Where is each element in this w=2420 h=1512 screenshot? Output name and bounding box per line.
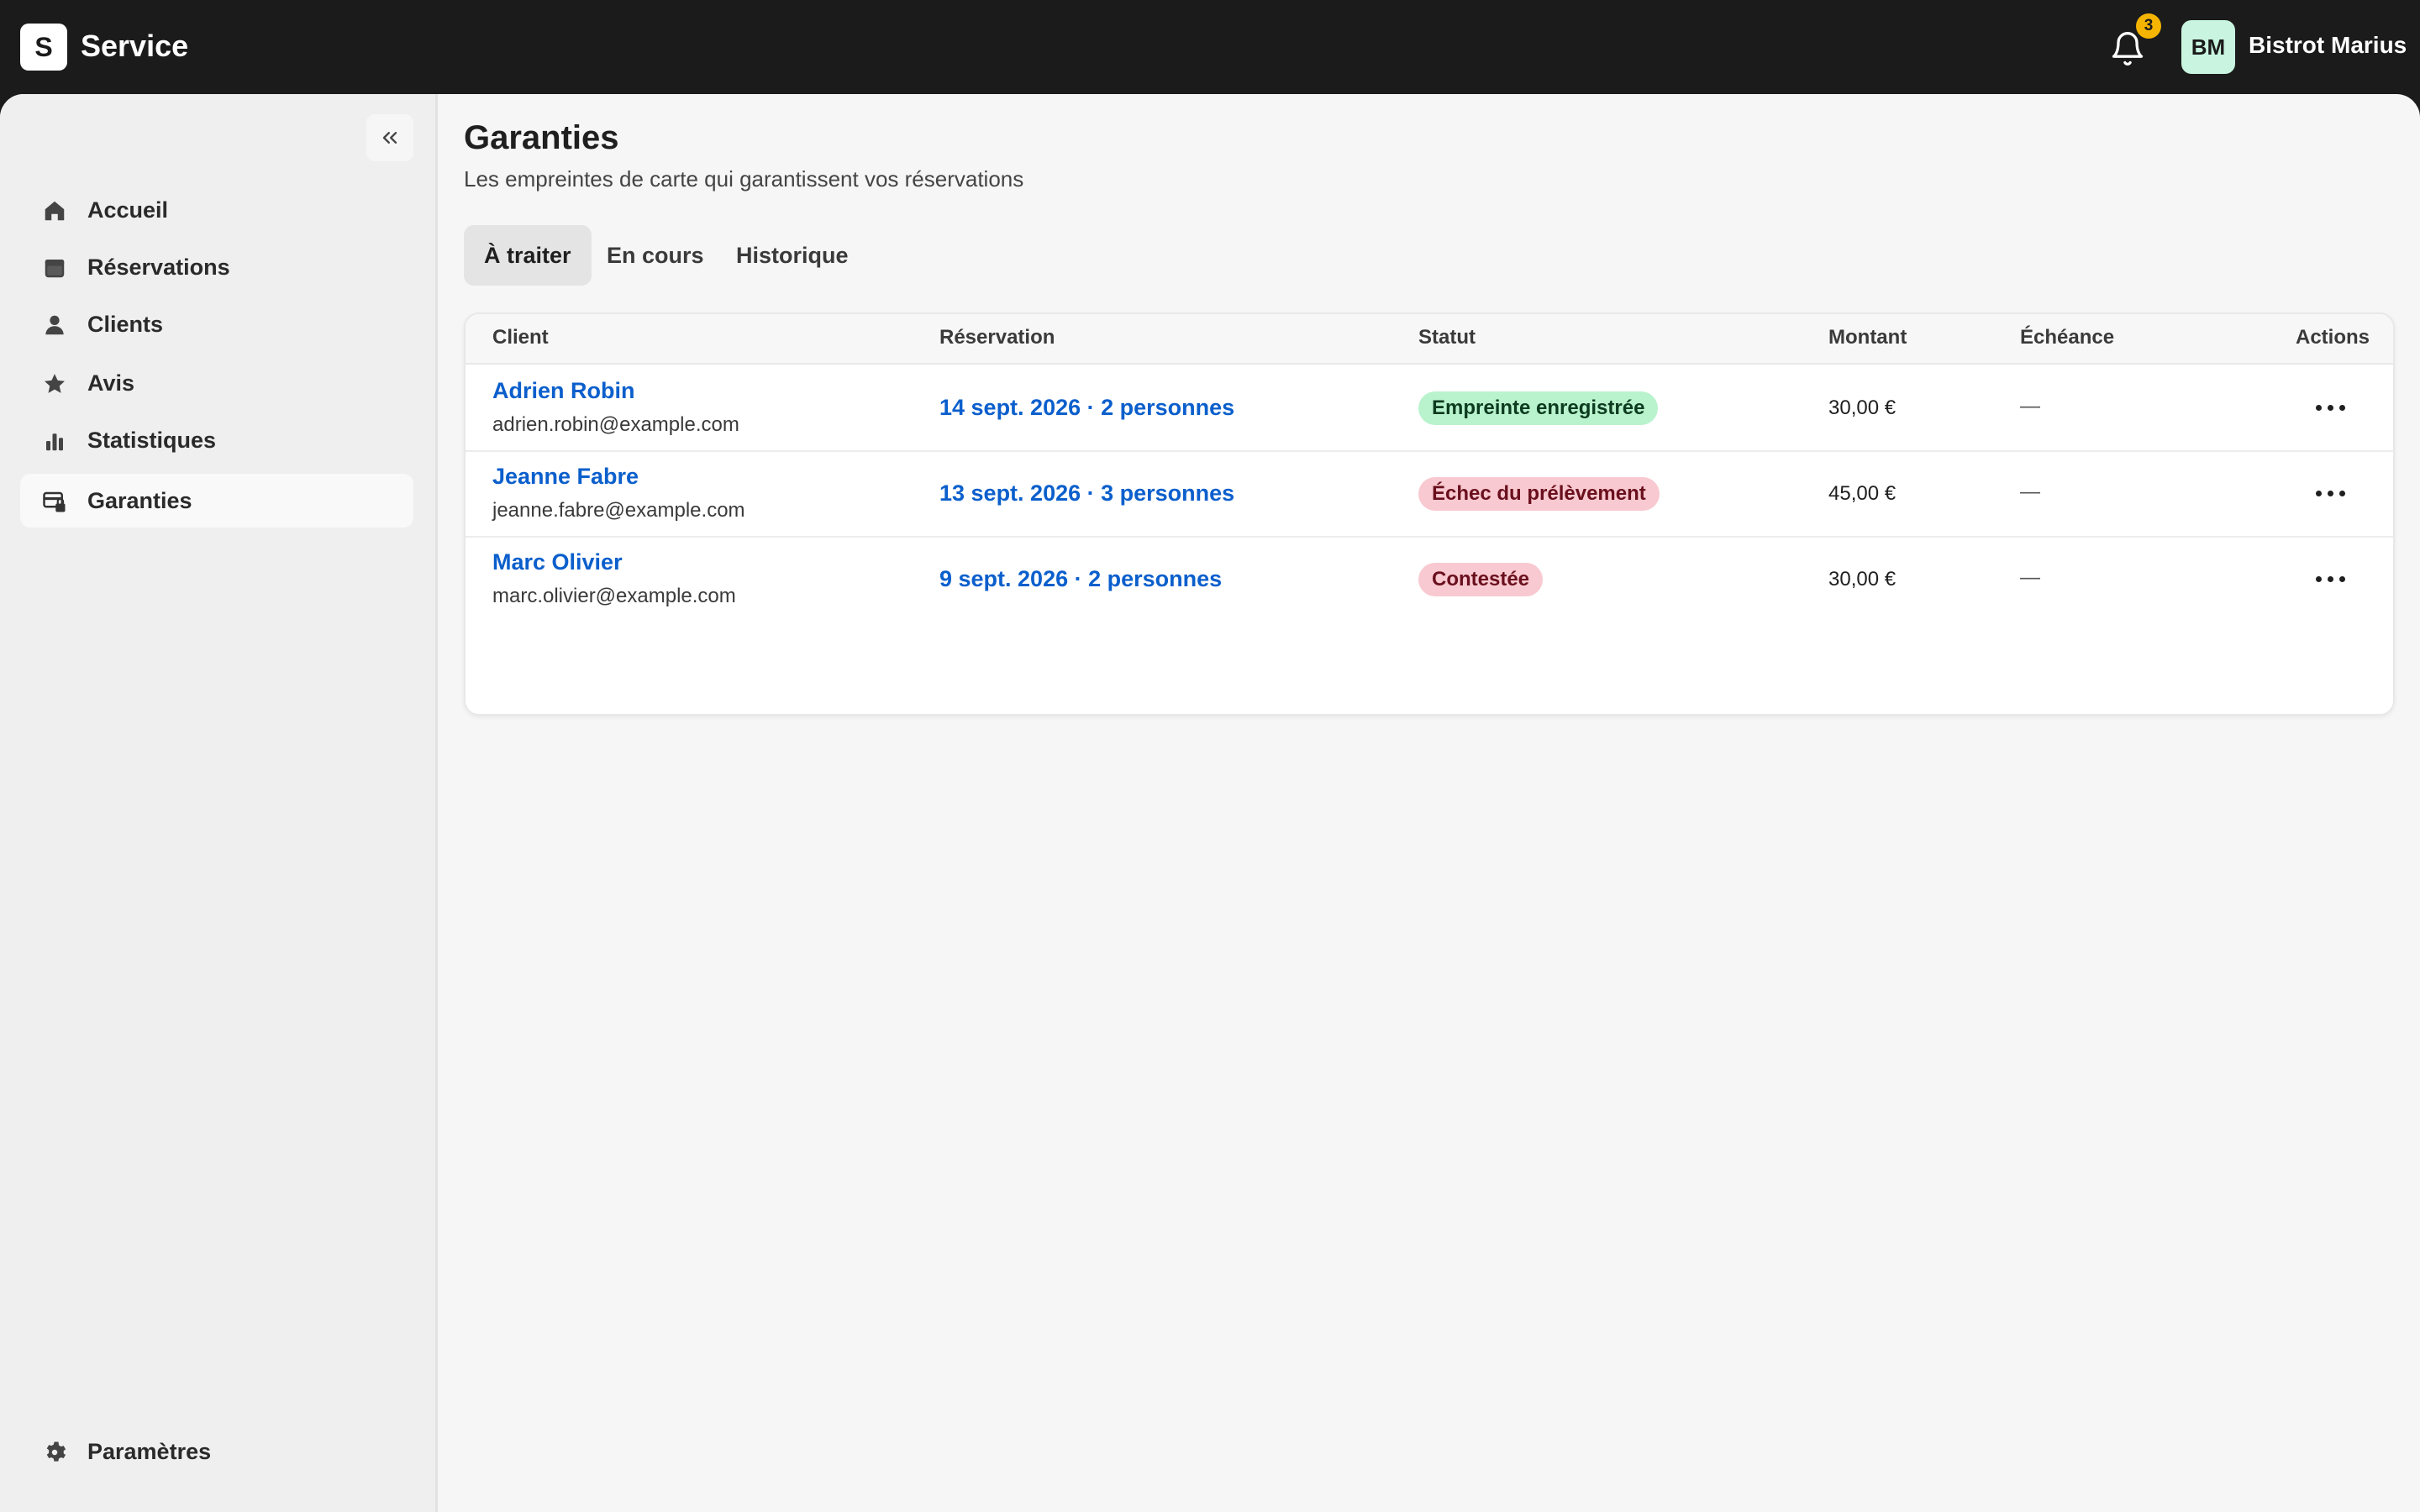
row-actions-button[interactable] [2312,480,2349,506]
app-shell: Accueil Réservations Clients Avis Statis… [0,94,2420,1512]
sidebar-item-label: Statistiques [87,428,217,453]
home-icon [45,201,65,221]
sidebar-item-label: Accueil [87,197,169,223]
sidebar-item-accueil[interactable]: Accueil [20,183,413,237]
client-email: jeanne.fabre@example.com [492,499,745,522]
column-header-client: Client [492,326,549,349]
row-actions-button[interactable] [2312,395,2349,420]
sidebar: Accueil Réservations Clients Avis Statis… [0,94,438,1512]
amount: 30,00 € [1828,396,1897,419]
column-header-actions: Actions [2296,326,2370,349]
column-header-montant: Montant [1828,326,1907,349]
sidebar-item-label: Avis [87,370,135,396]
guarantees-table: Client Réservation Statut Montant Échéan… [464,312,2395,716]
status-badge: Échec du prélèvement [1418,477,1660,511]
status-badge: Empreinte enregistrée [1418,391,1659,425]
notification-count-badge: 3 [2136,13,2161,39]
sidebar-item-statistiques[interactable]: Statistiques [20,413,413,467]
table-row: Marc Olivier marc.olivier@example.com 9 … [466,536,2393,622]
sidebar-item-label: Réservations [87,255,230,280]
client-email: marc.olivier@example.com [492,585,736,607]
column-header-statut: Statut [1418,326,1476,349]
page-subtitle: Les empreintes de carte qui garantissent… [464,166,1024,192]
app-name[interactable]: Service [81,29,188,64]
sidebar-item-avis[interactable]: Avis [20,356,413,410]
sidebar-item-clients[interactable]: Clients [20,297,413,351]
client-email: adrien.robin@example.com [492,413,739,436]
reservation-link[interactable]: 13 sept. 2026 · 3 personnes [939,480,1234,507]
amount: 30,00 € [1828,568,1897,591]
tab-a-traiter[interactable]: À traiter [464,225,592,286]
sidebar-item-label: Clients [87,312,164,337]
due-date: — [2020,395,2040,417]
column-header-echeance: Échéance [2020,326,2115,349]
tab-historique[interactable]: Historique [716,225,869,286]
sidebar-item-label: Garanties [87,488,192,513]
more-icon [2316,576,2322,582]
star-icon [45,374,65,393]
due-date: — [2020,480,2040,503]
page-title: Garanties [464,119,619,156]
avatar[interactable]: BM [2181,20,2235,74]
client-name-link[interactable]: Adrien Robin [492,378,635,404]
bar-chart-icon [46,433,63,451]
table-row: Adrien Robin adrien.robin@example.com 14… [466,365,2393,452]
column-header-reservation: Réservation [939,326,1055,349]
more-icon [2316,405,2322,411]
app-logo[interactable]: S [20,24,67,71]
person-icon [45,315,64,335]
gear-icon [46,1441,66,1462]
card-lock-icon [43,491,66,512]
main-content: Garanties Les empreintes de carte qui ga… [464,94,2396,1512]
due-date: — [2020,566,2040,589]
sidebar-item-label: Paramètres [87,1439,212,1464]
table-row: Jeanne Fabre jeanne.fabre@example.com 13… [466,450,2393,538]
client-name-link[interactable]: Marc Olivier [492,549,623,575]
sidebar-item-reservations[interactable]: Réservations [20,240,413,294]
reservation-link[interactable]: 14 sept. 2026 · 2 personnes [939,395,1234,421]
status-badge: Contestée [1418,563,1544,596]
chevrons-left-icon [382,132,397,144]
calendar-icon [45,260,65,278]
tab-en-cours[interactable]: En cours [587,225,724,286]
sidebar-item-garanties[interactable]: Garanties [20,474,413,528]
more-icon [2316,491,2322,496]
sidebar-item-parametres[interactable]: Paramètres [20,1425,413,1478]
table-header: Client Réservation Statut Montant Échéan… [466,314,2393,365]
top-bar: S Service 3 BM Bistrot Marius [0,0,2420,94]
amount: 45,00 € [1828,482,1897,505]
collapse-sidebar-button[interactable] [366,114,413,161]
account-name[interactable]: Bistrot Marius [2249,32,2407,59]
client-name-link[interactable]: Jeanne Fabre [492,464,639,490]
reservation-link[interactable]: 9 sept. 2026 · 2 personnes [939,566,1222,592]
row-actions-button[interactable] [2312,566,2349,591]
